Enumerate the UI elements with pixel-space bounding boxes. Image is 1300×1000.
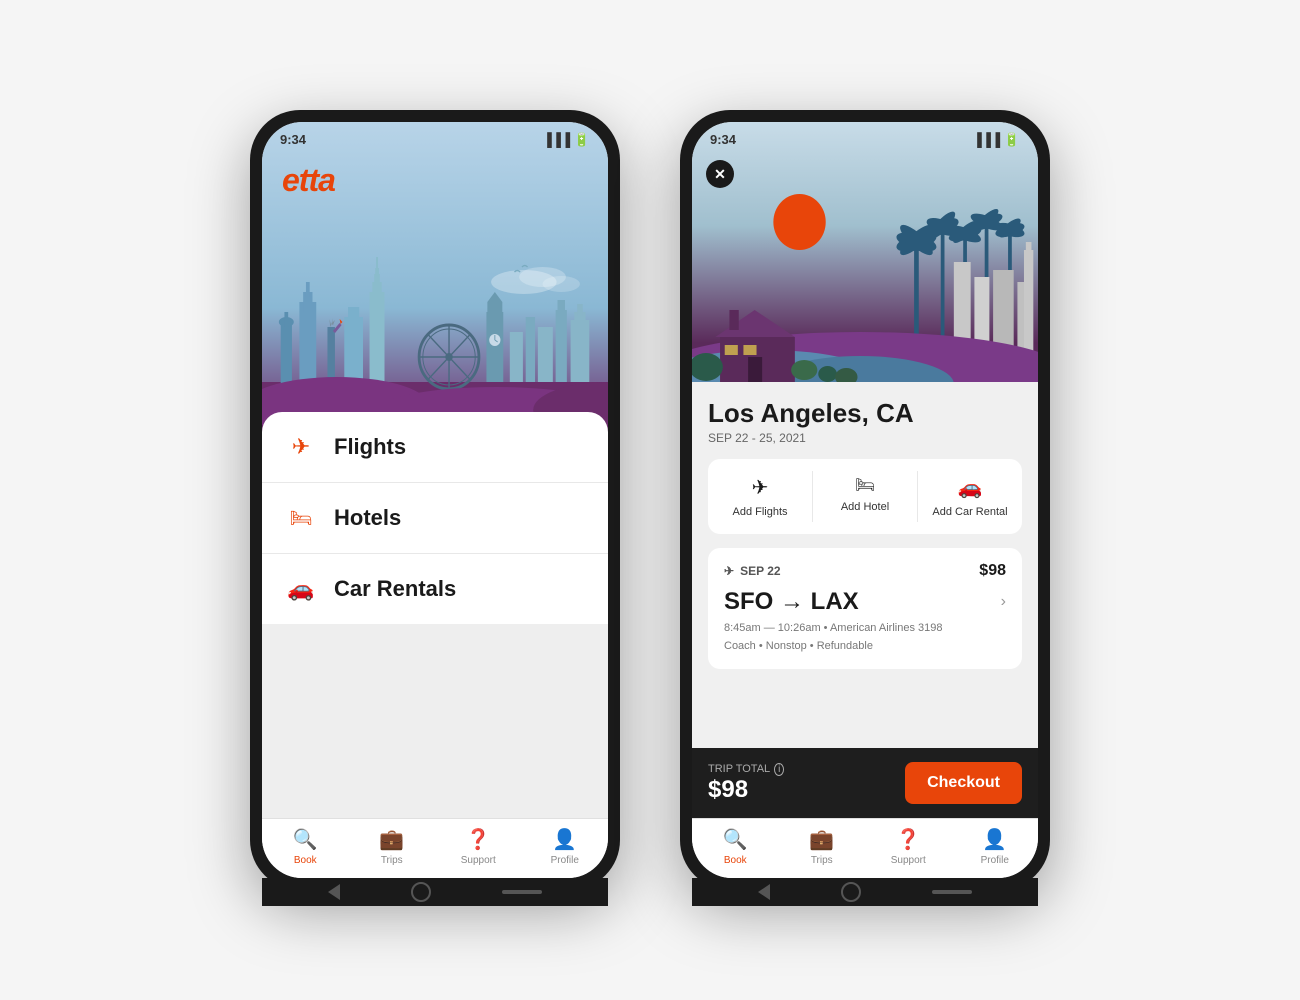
profile-label-1: Profile xyxy=(551,855,579,866)
flight-card-header: ✈ SEP 22 $98 xyxy=(724,562,1006,580)
status-icons-2: ▐▐▐ 🔋 xyxy=(973,132,1020,148)
nav-book-2[interactable]: 🔍 Book xyxy=(692,827,779,866)
bottom-nav-2: 🔍 Book 💼 Trips ❓ Support 👤 Profile xyxy=(692,818,1038,878)
menu-section: ✈ Flights 🛏 Hotels 🚗 Car Rentals xyxy=(262,412,608,624)
nav-support-2[interactable]: ❓ Support xyxy=(865,827,952,866)
support-icon-1: ❓ xyxy=(466,827,491,852)
flight-route: SFO → LAX › xyxy=(724,588,1006,616)
profile-icon-1: 👤 xyxy=(552,827,577,852)
car-rentals-label: Car Rentals xyxy=(334,576,456,602)
add-car-icon: 🚗 xyxy=(958,475,983,500)
back-button-2[interactable] xyxy=(758,884,770,900)
checkout-button[interactable]: Checkout xyxy=(905,762,1022,804)
status-bar-2: 9:34 ▐▐▐ 🔋 xyxy=(692,122,1038,152)
city-title: Los Angeles, CA xyxy=(708,398,1022,429)
add-flights-btn[interactable]: ✈ Add Flights xyxy=(708,471,813,522)
add-hotel-icon: 🛏 xyxy=(855,475,875,495)
home-button-2[interactable] xyxy=(841,882,861,902)
trip-total-price: $98 xyxy=(708,776,784,804)
etta-logo: etta xyxy=(282,162,335,199)
recents-button-1[interactable] xyxy=(502,890,542,894)
nav-trips-2[interactable]: 💼 Trips xyxy=(779,827,866,866)
profile-label-2: Profile xyxy=(981,855,1009,866)
book-label-2: Book xyxy=(724,855,747,866)
car-icon: 🚗 xyxy=(286,576,316,602)
support-label-1: Support xyxy=(461,855,496,866)
content-section: Los Angeles, CA SEP 22 - 25, 2021 ✈ Add … xyxy=(692,382,1038,748)
trip-total-section: TRIP TOTAL i $98 xyxy=(708,763,784,804)
gray-area xyxy=(262,624,608,818)
home-button-1[interactable] xyxy=(411,882,431,902)
book-icon-1: 🔍 xyxy=(293,827,318,852)
trips-label-2: Trips xyxy=(811,855,833,866)
hero-section: 9:34 ▐▐▐ 🔋 etta xyxy=(262,122,608,432)
hotels-label: Hotels xyxy=(334,505,401,531)
add-services-row: ✈ Add Flights 🛏 Add Hotel 🚗 Add Car Rent… xyxy=(708,459,1022,534)
menu-item-hotels[interactable]: 🛏 Hotels xyxy=(262,483,608,554)
phone-1: 9:34 ▐▐▐ 🔋 etta xyxy=(250,110,620,890)
hotel-icon: 🛏 xyxy=(286,508,316,529)
add-car-label: Add Car Rental xyxy=(932,506,1007,518)
trip-total-label: TRIP TOTAL i xyxy=(708,763,784,776)
checkout-bar: TRIP TOTAL i $98 Checkout xyxy=(692,748,1038,818)
support-icon-2: ❓ xyxy=(896,827,921,852)
flight-card[interactable]: ✈ SEP 22 $98 SFO → LAX › 8:45am — 10:26a… xyxy=(708,548,1022,669)
flight-chevron-icon: › xyxy=(1001,593,1006,611)
info-icon: i xyxy=(774,763,784,776)
flight-date-icon: ✈ xyxy=(724,564,734,578)
la-hero-section: 9:34 ▐▐▐ 🔋 ✕ xyxy=(692,122,1038,382)
home-indicator-2 xyxy=(692,878,1038,906)
book-icon-2: 🔍 xyxy=(723,827,748,852)
phone-2: 9:34 ▐▐▐ 🔋 ✕ xyxy=(680,110,1050,890)
close-button[interactable]: ✕ xyxy=(706,160,734,188)
flight-icon: ✈ xyxy=(286,434,316,460)
trips-icon-2: 💼 xyxy=(809,827,834,852)
profile-icon-2: 👤 xyxy=(982,827,1007,852)
city-dates: SEP 22 - 25, 2021 xyxy=(708,431,1022,445)
status-time-2: 9:34 xyxy=(710,132,736,148)
recents-button-2[interactable] xyxy=(932,890,972,894)
status-bar-1: 9:34 ▐▐▐ 🔋 xyxy=(262,122,608,152)
home-indicator-1 xyxy=(262,878,608,906)
flights-label: Flights xyxy=(334,434,406,460)
flight-time: 8:45am — 10:26am • American Airlines 319… xyxy=(724,620,1006,638)
support-label-2: Support xyxy=(891,855,926,866)
trips-label-1: Trips xyxy=(381,855,403,866)
menu-item-car-rentals[interactable]: 🚗 Car Rentals xyxy=(262,554,608,624)
la-skyline xyxy=(692,162,1038,382)
nav-trips-1[interactable]: 💼 Trips xyxy=(349,827,436,866)
flight-class: Coach • Nonstop • Refundable xyxy=(724,638,1006,656)
add-flights-icon: ✈ xyxy=(752,475,769,500)
back-button-1[interactable] xyxy=(328,884,340,900)
add-flights-label: Add Flights xyxy=(732,506,787,518)
nav-support-1[interactable]: ❓ Support xyxy=(435,827,522,866)
status-icons-1: ▐▐▐ 🔋 xyxy=(543,132,590,148)
flight-route-text: SFO → LAX xyxy=(724,588,859,616)
add-hotel-btn[interactable]: 🛏 Add Hotel xyxy=(813,471,918,522)
bottom-nav-1: 🔍 Book 💼 Trips ❓ Support 👤 Profile xyxy=(262,818,608,878)
flight-date: ✈ SEP 22 xyxy=(724,564,781,578)
world-skyline xyxy=(262,232,608,432)
menu-item-flights[interactable]: ✈ Flights xyxy=(262,412,608,483)
status-time-1: 9:34 xyxy=(280,132,306,148)
add-car-btn[interactable]: 🚗 Add Car Rental xyxy=(918,471,1022,522)
book-label-1: Book xyxy=(294,855,317,866)
flight-details: 8:45am — 10:26am • American Airlines 319… xyxy=(724,620,1006,655)
flight-price: $98 xyxy=(979,562,1006,580)
add-hotel-label: Add Hotel xyxy=(841,501,889,513)
nav-book-1[interactable]: 🔍 Book xyxy=(262,827,349,866)
nav-profile-2[interactable]: 👤 Profile xyxy=(952,827,1039,866)
nav-profile-1[interactable]: 👤 Profile xyxy=(522,827,609,866)
trips-icon-1: 💼 xyxy=(379,827,404,852)
